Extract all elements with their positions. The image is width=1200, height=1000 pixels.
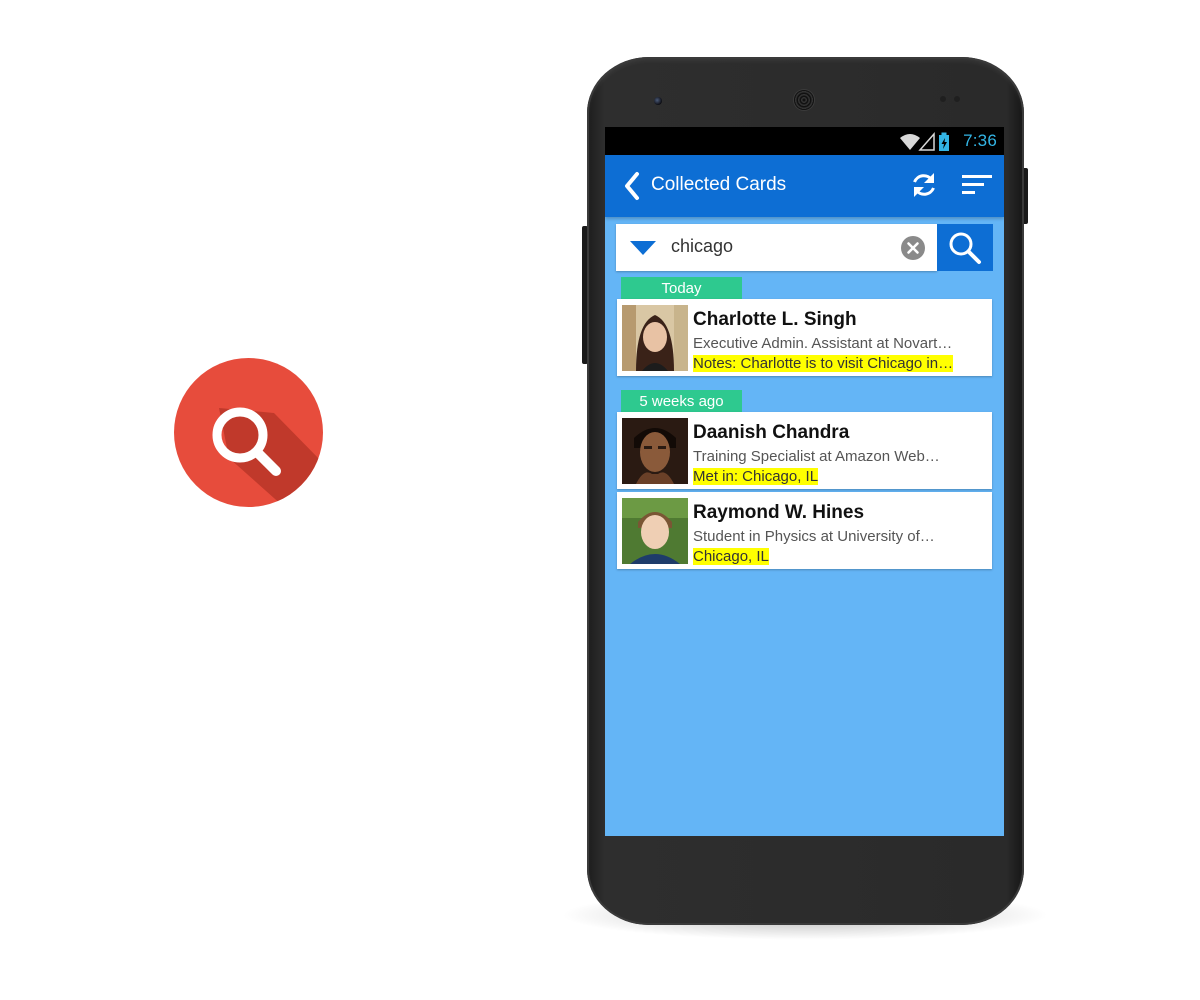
highlighted-note: Chicago, IL xyxy=(693,548,769,565)
contact-title: Executive Admin. Assistant at Novart… xyxy=(693,335,953,352)
front-camera xyxy=(654,97,662,105)
clear-icon[interactable] xyxy=(901,236,925,260)
highlighted-note: Met in: Chicago, IL xyxy=(693,468,819,485)
status-time: 7:36 xyxy=(963,131,997,150)
contact-name: Charlotte L. Singh xyxy=(693,309,857,330)
contact-note: Chicago, IL xyxy=(693,548,769,565)
avatar xyxy=(622,498,688,564)
page-title: Collected Cards xyxy=(651,174,787,195)
contact-card[interactable]: Daanish Chandra Training Specialist at A… xyxy=(617,412,992,489)
status-icons xyxy=(900,132,958,157)
sort-icon[interactable] xyxy=(962,173,992,197)
triangle-down-icon[interactable] xyxy=(630,241,656,255)
earpiece-speaker xyxy=(794,90,814,110)
phone-screen: 7:36 Collected Cards chicago Today Charl… xyxy=(605,127,1004,836)
app-bar: Collected Cards xyxy=(605,155,1004,217)
contact-note: Notes: Charlotte is to visit Chicago in… xyxy=(693,355,954,372)
highlighted-note: Notes: Charlotte is to visit Chicago in… xyxy=(693,355,954,372)
status-bar: 7:36 xyxy=(605,127,1004,155)
section-tag-today: Today xyxy=(621,277,742,299)
search-icon xyxy=(949,232,981,264)
avatar xyxy=(622,305,688,371)
contact-title: Training Specialist at Amazon Web… xyxy=(693,448,940,465)
wifi-icon xyxy=(900,134,920,150)
search-button[interactable] xyxy=(937,224,993,271)
refresh-icon[interactable] xyxy=(910,171,938,199)
search-bar: chicago xyxy=(616,224,937,271)
contact-name: Raymond W. Hines xyxy=(693,502,865,523)
light-sensor xyxy=(954,96,960,102)
section-tag-5-weeks-ago: 5 weeks ago xyxy=(621,390,742,412)
search-input[interactable]: chicago xyxy=(671,236,733,257)
contact-name: Daanish Chandra xyxy=(693,422,850,443)
avatar xyxy=(622,418,688,484)
stage: 7:36 Collected Cards chicago Today Charl… xyxy=(0,0,1200,1000)
battery-charging-icon xyxy=(939,132,949,151)
contact-title: Student in Physics at University of… xyxy=(693,528,935,545)
chevron-left-icon[interactable] xyxy=(623,171,641,201)
proximity-sensor xyxy=(940,96,946,102)
search-icon xyxy=(212,407,323,507)
contact-card[interactable]: Raymond W. Hines Student in Physics at U… xyxy=(617,492,992,569)
contact-note: Met in: Chicago, IL xyxy=(693,468,819,485)
search-badge xyxy=(174,358,323,507)
signal-icon xyxy=(918,132,935,151)
contact-card[interactable]: Charlotte L. Singh Executive Admin. Assi… xyxy=(617,299,992,376)
